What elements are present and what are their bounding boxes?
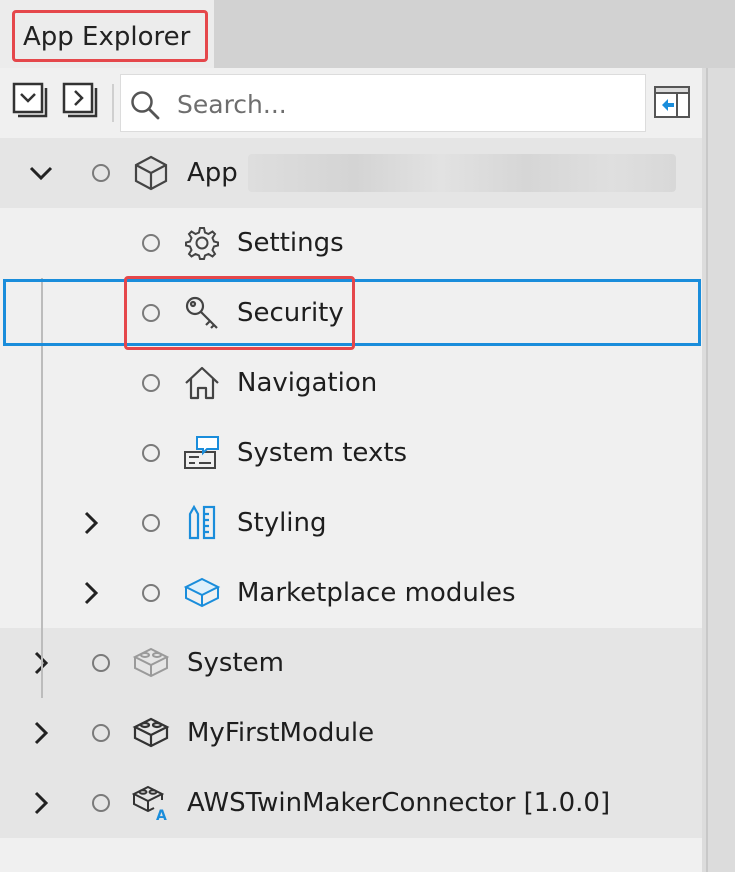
system-texts-icon bbox=[184, 436, 219, 469]
gear-icon bbox=[185, 227, 219, 260]
tree-node-myfirstmodule[interactable]: MyFirstModule bbox=[0, 698, 702, 768]
status-dot bbox=[92, 794, 110, 812]
tree-node-marketplace-modules[interactable]: Marketplace modules bbox=[0, 558, 702, 628]
chevron-right-icon[interactable] bbox=[76, 508, 106, 538]
tree-node-label: System bbox=[187, 648, 284, 678]
chevron-right-icon[interactable] bbox=[26, 718, 56, 748]
status-dot bbox=[142, 584, 160, 602]
module-icon bbox=[183, 577, 221, 608]
styling-icon bbox=[188, 504, 216, 540]
module-addon-icon: A bbox=[132, 785, 167, 822]
module-dark-icon bbox=[132, 717, 170, 748]
status-dot bbox=[92, 654, 110, 672]
tree-node-settings[interactable]: Settings bbox=[0, 208, 702, 278]
tree-node-navigation[interactable]: Navigation bbox=[0, 348, 702, 418]
status-dot bbox=[142, 234, 160, 252]
search-box[interactable] bbox=[120, 74, 646, 132]
explorer-toolbar bbox=[0, 68, 702, 138]
svg-text:A: A bbox=[156, 808, 167, 822]
tree-node-label: MyFirstModule bbox=[187, 718, 375, 748]
cube-icon bbox=[134, 155, 168, 191]
redacted-app-name bbox=[248, 154, 676, 192]
highlight-settings bbox=[124, 276, 355, 350]
tree-node-awstwinmakerconnector[interactable]: A AWSTwinMakerConnector [1.0.0] bbox=[0, 768, 702, 838]
home-icon bbox=[185, 366, 219, 400]
tree-node-styling[interactable]: Styling bbox=[0, 488, 702, 558]
module-gray-icon bbox=[132, 647, 170, 678]
dock-panel-button[interactable] bbox=[652, 82, 692, 122]
search-icon bbox=[131, 91, 160, 120]
tree-node-label: Styling bbox=[237, 508, 327, 538]
tree-node-label: AWSTwinMakerConnector [1.0.0] bbox=[187, 788, 611, 818]
tab-strip: App Explorer bbox=[0, 0, 735, 68]
tree-node-label: System texts bbox=[237, 438, 408, 468]
tree-empty-area bbox=[0, 838, 702, 872]
toolbar-separator bbox=[112, 84, 114, 122]
chevron-right-icon[interactable] bbox=[76, 578, 106, 608]
search-input[interactable] bbox=[177, 81, 637, 127]
tab-title: App Explorer bbox=[12, 10, 208, 62]
tree-node-label: Marketplace modules bbox=[237, 578, 516, 608]
status-dot bbox=[92, 724, 110, 742]
panel-edge bbox=[706, 68, 708, 872]
dock-panel-icon bbox=[654, 86, 690, 118]
status-dot bbox=[142, 444, 160, 462]
tree-node-label: Navigation bbox=[237, 368, 378, 398]
explorer-tree: App Settings Security Navigation System … bbox=[0, 138, 702, 872]
expand-all-icon bbox=[12, 82, 48, 118]
tree-node-app[interactable]: App bbox=[0, 138, 702, 208]
status-dot bbox=[142, 514, 160, 532]
collapse-all-button[interactable] bbox=[62, 82, 98, 120]
tree-node-system[interactable]: System bbox=[0, 628, 702, 698]
status-dot bbox=[142, 374, 160, 392]
chevron-down-icon[interactable] bbox=[26, 158, 56, 188]
tree-node-label: App bbox=[187, 158, 238, 188]
expand-all-button[interactable] bbox=[12, 82, 48, 120]
tab-app-explorer[interactable]: App Explorer bbox=[0, 0, 214, 68]
scrollbar-track[interactable] bbox=[702, 68, 735, 872]
app-explorer-panel: App Settings Sec bbox=[0, 68, 702, 872]
status-dot bbox=[92, 164, 110, 182]
tree-node-system-texts[interactable]: System texts bbox=[0, 418, 702, 488]
collapse-all-icon bbox=[62, 82, 98, 118]
tree-node-label: Settings bbox=[237, 228, 344, 258]
chevron-right-icon[interactable] bbox=[26, 788, 56, 818]
